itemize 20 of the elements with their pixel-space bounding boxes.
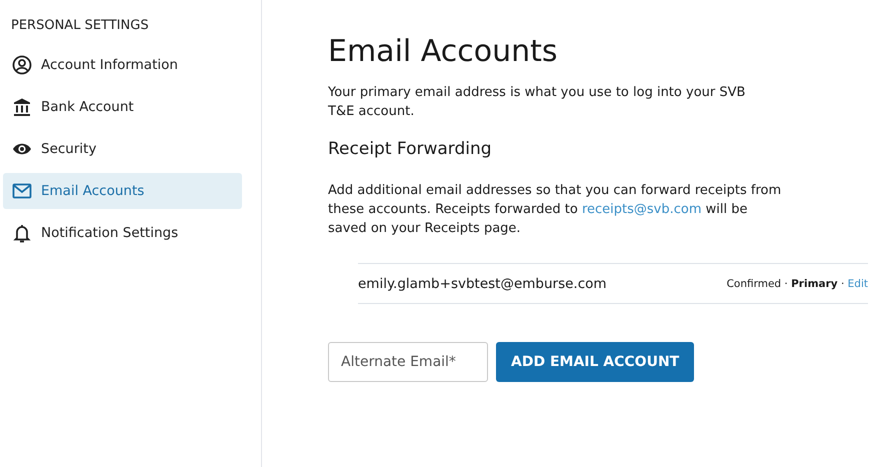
receipts-link[interactable]: receipts@svb.com bbox=[582, 202, 702, 217]
section-title: Receipt Forwarding bbox=[328, 139, 493, 159]
add-email-button[interactable]: ADD EMAIL ACCOUNT bbox=[496, 342, 694, 382]
intro-text: Your primary email address is what you use to log into your SVB T&E account. bbox=[328, 84, 746, 121]
person-icon bbox=[12, 55, 32, 75]
description-text: Add additional email addresses so that you can forward receipts from these accounts. Receipts forwarded to receipts@svb.com will be saved on your Receipts page. bbox=[328, 182, 782, 238]
email-status: Confirmed · Primary · Edit bbox=[726, 278, 868, 290]
sidebar-item[interactable]: Bank Account bbox=[3, 89, 242, 125]
edit-link[interactable]: Edit bbox=[848, 278, 868, 290]
sidebar-item[interactable]: Security bbox=[3, 131, 242, 167]
email-address: emily.glamb+svbtest@emburse.com bbox=[358, 276, 607, 292]
sidebar-heading: PERSONAL SETTINGS bbox=[10, 18, 150, 33]
sidebar-item[interactable]: Account Information bbox=[3, 47, 242, 83]
mail-icon bbox=[12, 181, 32, 201]
sidebar-item[interactable]: Notification Settings bbox=[3, 215, 242, 251]
bank-icon bbox=[12, 97, 32, 117]
email-input-field[interactable]: Alternate Email* bbox=[328, 342, 488, 382]
bell-icon bbox=[12, 223, 32, 243]
sidebar-item[interactable]: Email Accounts bbox=[3, 173, 242, 209]
page-title: Email Accounts bbox=[328, 34, 559, 69]
